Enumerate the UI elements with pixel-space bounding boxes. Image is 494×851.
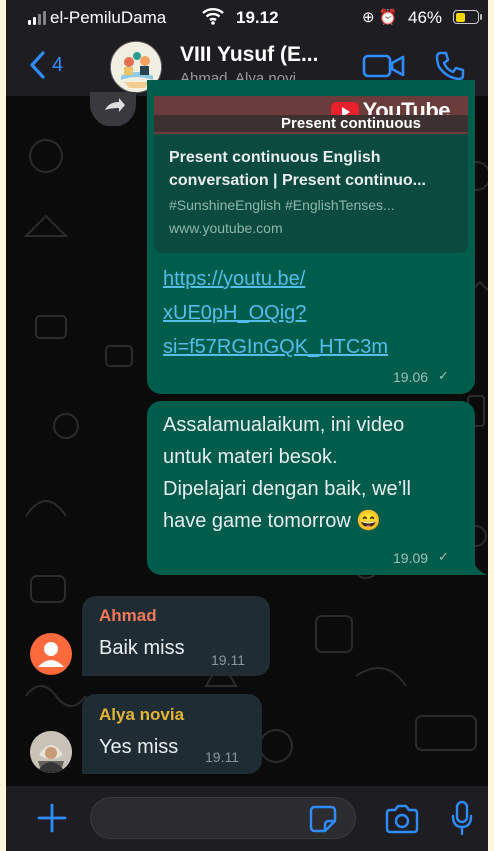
microphone-icon bbox=[451, 800, 473, 836]
chat-screen: el-PemiluDama 19.12 ⊕ ⏰ 46% 4 VIII Yusuf… bbox=[0, 0, 494, 851]
read-tick-icon: ✓ bbox=[438, 549, 449, 564]
carrier-name: el-PemiluDama bbox=[50, 8, 167, 27]
bubble-tail bbox=[473, 561, 487, 575]
camera-button[interactable] bbox=[384, 804, 420, 839]
message-time: 19.06 bbox=[393, 369, 429, 385]
orientation-lock-icon: ⊕ bbox=[362, 9, 375, 26]
sticker-button[interactable] bbox=[309, 805, 337, 838]
composer-bar bbox=[6, 786, 488, 851]
battery-icon bbox=[453, 10, 479, 24]
camera-icon bbox=[385, 804, 419, 834]
link-line[interactable]: https://youtu.be/ bbox=[163, 262, 388, 296]
plus-icon bbox=[37, 803, 67, 833]
message-time: 19.11 bbox=[211, 652, 245, 668]
message-text: Baik miss bbox=[99, 637, 185, 659]
group-name[interactable]: VIII Yusuf (E... bbox=[180, 43, 318, 67]
link-preview-card[interactable]: YouTube Present continuous Present conti… bbox=[154, 96, 468, 253]
status-time: 19.12 bbox=[236, 8, 279, 27]
message-line: Assalamualaikum, ini video bbox=[163, 414, 405, 436]
forward-icon[interactable] bbox=[90, 92, 136, 126]
link-line[interactable]: si=f57RGInGQK_HTC3m bbox=[163, 330, 388, 364]
status-icons: ⊕ ⏰ bbox=[362, 8, 397, 26]
unread-count: 4 bbox=[52, 53, 64, 76]
message-time: 19.09 bbox=[393, 550, 429, 566]
wifi-icon bbox=[202, 7, 224, 30]
sender-name[interactable]: Ahmad bbox=[99, 606, 157, 626]
thumbnail-caption: Present continuous bbox=[154, 115, 468, 132]
back-chevron-icon bbox=[30, 51, 45, 79]
preview-tags: #SunshineEnglish #EnglishTenses... bbox=[169, 197, 395, 213]
voice-message-button[interactable] bbox=[450, 800, 474, 841]
message-text: Yes miss bbox=[99, 736, 179, 758]
message-line: Dipelajari dengan baik, we’ll bbox=[163, 478, 411, 500]
preview-title: Present continuous English conversation … bbox=[169, 149, 426, 189]
sender-name[interactable]: Alya novia bbox=[99, 705, 184, 725]
battery-tip bbox=[480, 14, 482, 20]
sticker-icon bbox=[309, 805, 337, 833]
message-text: Assalamualaikum, ini video untuk materi … bbox=[163, 409, 411, 537]
read-tick-icon: ✓ bbox=[438, 368, 449, 383]
video-thumbnail: YouTube Present continuous bbox=[154, 96, 468, 134]
message-link[interactable]: https://youtu.be/ xUE0pH_OQig? si=f57RGI… bbox=[163, 262, 388, 364]
battery-percent: 46% bbox=[408, 8, 443, 27]
message-line: untuk materi besok. bbox=[163, 446, 338, 468]
preview-domain: www.youtube.com bbox=[169, 220, 283, 236]
attach-button[interactable] bbox=[36, 802, 68, 839]
link-line[interactable]: xUE0pH_OQig? bbox=[163, 296, 388, 330]
avatar[interactable] bbox=[30, 731, 72, 773]
video-call-icon bbox=[362, 54, 405, 78]
message-time: 19.11 bbox=[205, 749, 239, 765]
status-bar: el-PemiluDama 19.12 ⊕ ⏰ 46% bbox=[6, 0, 488, 36]
alarm-icon: ⏰ bbox=[378, 9, 398, 26]
signal-strength-icon bbox=[28, 11, 46, 25]
message-line: have game tomorrow 😄 bbox=[163, 510, 382, 532]
phone-icon bbox=[435, 51, 465, 81]
back-button[interactable]: 4 bbox=[28, 50, 63, 80]
avatar[interactable] bbox=[30, 633, 72, 675]
